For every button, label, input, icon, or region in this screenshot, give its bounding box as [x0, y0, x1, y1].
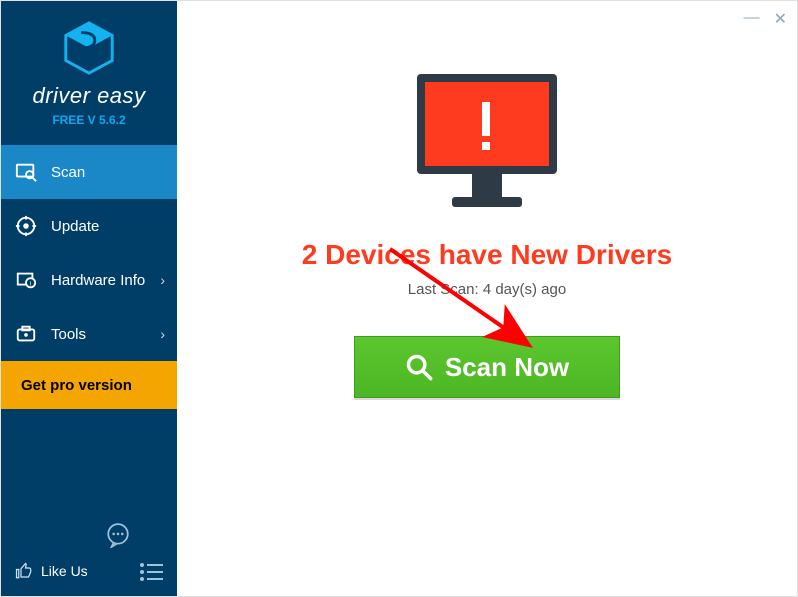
sidebar-item-tools[interactable]: Tools › — [1, 307, 177, 361]
thumbs-up-icon — [15, 562, 33, 580]
sidebar-item-label: Hardware Info — [51, 272, 145, 289]
brand-version: FREE V 5.6.2 — [1, 113, 177, 127]
feedback-icon[interactable] — [105, 522, 131, 548]
app-window: driver easy FREE V 5.6.2 Scan Update i — [0, 0, 798, 597]
scan-now-button[interactable]: Scan Now — [354, 336, 620, 398]
chevron-right-icon: › — [160, 272, 165, 288]
sidebar-item-label: Tools — [51, 326, 86, 343]
brand-name: driver easy — [1, 83, 177, 109]
sidebar-item-scan[interactable]: Scan — [1, 145, 177, 199]
main-pane: — ✕ 2 Devices have New Drivers Last Scan… — [177, 1, 797, 596]
tools-icon — [15, 323, 37, 345]
sidebar-bottom: Like Us — [1, 552, 177, 596]
status-headline: 2 Devices have New Drivers — [302, 239, 672, 271]
monitor-alert-icon — [402, 69, 572, 219]
scan-panel: 2 Devices have New Drivers Last Scan: 4 … — [177, 69, 797, 398]
sidebar: driver easy FREE V 5.6.2 Scan Update i — [1, 1, 177, 596]
chevron-right-icon: › — [160, 326, 165, 342]
menu-icon[interactable] — [139, 562, 165, 582]
scan-now-label: Scan Now — [445, 352, 569, 383]
sidebar-nav: Scan Update i Hardware Info › Tools — [1, 145, 177, 361]
minimize-button[interactable]: — — [744, 9, 760, 29]
like-us-label: Like Us — [41, 563, 88, 579]
brand-logo-icon — [60, 19, 118, 77]
svg-text:i: i — [30, 281, 31, 288]
magnifier-icon — [405, 353, 433, 381]
sidebar-item-label: Update — [51, 218, 99, 235]
sidebar-item-hardware[interactable]: i Hardware Info › — [1, 253, 177, 307]
sidebar-item-label: Scan — [51, 164, 85, 181]
get-pro-label: Get pro version — [21, 377, 132, 394]
last-scan-text: Last Scan: 4 day(s) ago — [408, 281, 566, 298]
sidebar-item-update[interactable]: Update — [1, 199, 177, 253]
close-button[interactable]: ✕ — [774, 9, 787, 29]
brand-area: driver easy FREE V 5.6.2 — [1, 1, 177, 137]
scan-icon — [15, 161, 37, 183]
like-us-button[interactable]: Like Us — [15, 562, 88, 580]
update-icon — [15, 215, 37, 237]
window-controls: — ✕ — [744, 9, 787, 29]
get-pro-button[interactable]: Get pro version — [1, 361, 177, 409]
hardware-icon: i — [15, 269, 37, 291]
